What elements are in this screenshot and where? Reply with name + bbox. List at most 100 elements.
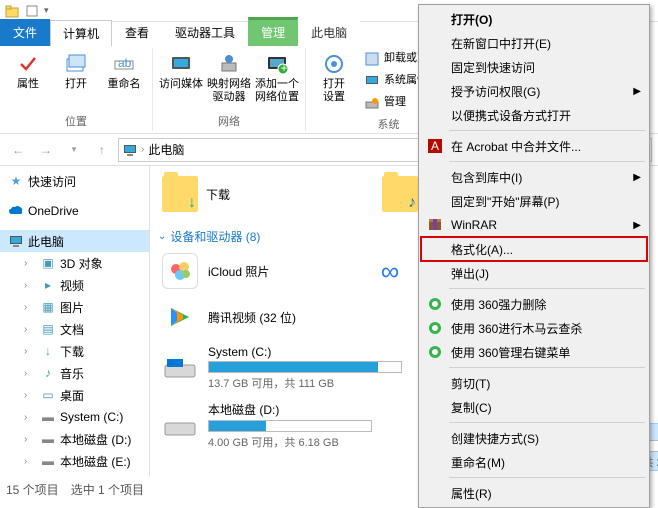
tree-videos[interactable]: ›▸视频	[0, 274, 149, 296]
ctx-open[interactable]: 打开(O)	[421, 7, 647, 31]
drive-icon	[162, 408, 198, 444]
open-icon	[64, 52, 88, 76]
music-icon: ♪	[40, 365, 56, 381]
qat-properties-icon[interactable]	[24, 3, 40, 19]
tab-drive-tools[interactable]: 驱动器工具	[162, 19, 248, 46]
tree-3d-objects[interactable]: ›▣3D 对象	[0, 252, 149, 274]
ctx-360-menu[interactable]: 使用 360管理右键菜单	[421, 340, 647, 364]
drive-c[interactable]: System (C:)13.7 GB 可用，共 111 GB	[162, 345, 402, 391]
ctx-grant-access[interactable]: 授予访问权限(G)▶	[421, 79, 647, 103]
pc-icon	[8, 233, 24, 249]
tree-quick-access[interactable]: ★快速访问	[0, 170, 149, 192]
ctx-360-delete[interactable]: 使用 360强力删除	[421, 292, 647, 316]
tree-music[interactable]: ›♪音乐	[0, 362, 149, 384]
media-icon	[169, 52, 193, 76]
tree-desktop[interactable]: ›▭桌面	[0, 384, 149, 406]
ribbon-open[interactable]: 打开	[54, 48, 98, 111]
ctx-portable[interactable]: 以便携式设备方式打开	[421, 103, 647, 127]
ctx-copy[interactable]: 复制(C)	[421, 395, 647, 419]
ctx-shortcut[interactable]: 创建快捷方式(S)	[421, 426, 647, 450]
ctx-acrobat[interactable]: A在 Acrobat 中合并文件...	[421, 134, 647, 158]
ribbon-add-location[interactable]: +添加一个 网络位置	[255, 48, 299, 111]
network-drive-icon	[217, 52, 241, 76]
ribbon-group-system: 系统	[378, 114, 400, 134]
ctx-cut[interactable]: 剪切(T)	[421, 371, 647, 395]
nav-forward-button[interactable]: →	[34, 138, 58, 162]
tree-downloads[interactable]: ›↓下载	[0, 340, 149, 362]
ctx-pin-quick[interactable]: 固定到快速访问	[421, 55, 647, 79]
folder-icon: ↓	[162, 176, 198, 212]
checkmark-icon	[16, 52, 40, 76]
ribbon-rename[interactable]: ab重命名	[102, 48, 146, 111]
tree-onedrive[interactable]: OneDrive	[0, 200, 149, 222]
nav-tree: ★快速访问 OneDrive 此电脑 ›▣3D 对象 ›▸视频 ›▦图片 ›▤文…	[0, 166, 150, 476]
system-icon	[364, 73, 380, 89]
nav-up-button[interactable]: ↑	[90, 138, 114, 162]
video-icon: ▸	[40, 277, 56, 293]
ribbon-map-drive[interactable]: 映射网络 驱动器	[207, 48, 251, 111]
tree-pictures[interactable]: ›▦图片	[0, 296, 149, 318]
submenu-arrow-icon: ▶	[633, 172, 641, 183]
tab-computer[interactable]: 计算机	[50, 20, 112, 46]
drive-icon: ▬	[40, 475, 56, 476]
uninstall-icon	[364, 51, 380, 67]
360-icon	[427, 344, 443, 360]
desktop-icon: ▭	[40, 387, 56, 403]
tree-documents[interactable]: ›▤文档	[0, 318, 149, 340]
ctx-new-window[interactable]: 在新窗口中打开(E)	[421, 31, 647, 55]
ctx-eject[interactable]: 弹出(J)	[421, 261, 647, 285]
tree-drive-c[interactable]: ›▬System (C:)	[0, 406, 149, 428]
cube-icon: ▣	[40, 255, 56, 271]
drive-icon: ▬	[40, 409, 56, 425]
submenu-arrow-icon: ▶	[633, 86, 641, 97]
app-baidu-partial[interactable]: ∞	[372, 253, 412, 289]
drive-d[interactable]: 本地磁盘 (D:)4.00 GB 可用，共 6.18 GB	[162, 401, 372, 450]
svg-text:ab: ab	[118, 56, 132, 70]
tab-view[interactable]: 查看	[112, 19, 162, 46]
tab-manage[interactable]: 管理	[248, 17, 298, 46]
nav-back-button[interactable]: ←	[6, 138, 30, 162]
winrar-icon	[427, 217, 443, 233]
document-icon: ▤	[40, 321, 56, 337]
ctx-properties[interactable]: 属性(R)	[421, 481, 647, 505]
tree-drive-d[interactable]: ›▬本地磁盘 (D:)	[0, 428, 149, 450]
status-selection: 选中 1 个项目	[71, 481, 144, 498]
chevron-down-icon: ⌄	[158, 231, 166, 242]
qat-dropdown-icon[interactable]: ▾	[44, 5, 49, 16]
context-menu: 打开(O) 在新窗口中打开(E) 固定到快速访问 授予访问权限(G)▶ 以便携式…	[418, 4, 650, 508]
add-location-icon: +	[265, 52, 289, 76]
ctx-rename[interactable]: 重命名(M)	[421, 450, 647, 474]
ribbon-properties[interactable]: 属性	[6, 48, 50, 111]
star-icon: ★	[8, 173, 24, 189]
ribbon-open-settings[interactable]: 打开 设置	[312, 48, 356, 114]
tab-file[interactable]: 文件	[0, 19, 50, 46]
app-icloud[interactable]: iCloud 照片	[162, 253, 342, 289]
tree-drive-e[interactable]: ›▬本地磁盘 (E:)	[0, 450, 149, 472]
picture-icon: ▦	[40, 299, 56, 315]
tree-this-pc[interactable]: 此电脑	[0, 230, 149, 252]
drive-icon: ▬	[40, 453, 56, 469]
folder-music-partial[interactable]: ♪	[382, 174, 422, 214]
360-icon	[427, 296, 443, 312]
address-text: 此电脑	[148, 141, 184, 158]
status-count: 15 个项目	[6, 481, 59, 498]
ribbon-group-location: 位置	[65, 111, 87, 131]
icloud-icon	[162, 253, 198, 289]
ctx-format[interactable]: 格式化(A)...	[421, 237, 647, 261]
manage-icon	[364, 95, 380, 111]
nav-recent-button[interactable]: ▾	[62, 138, 86, 162]
status-bar: 15 个项目 选中 1 个项目	[6, 481, 144, 498]
tree-drive-h[interactable]: ›▬DISK2 (H:)	[0, 472, 149, 476]
folder-downloads[interactable]: ↓下载	[162, 174, 362, 214]
drive-icon: ▬	[40, 431, 56, 447]
pc-icon	[123, 143, 137, 157]
app-tencent-video[interactable]: 腾讯视频 (32 位)	[162, 299, 362, 335]
ctx-pin-start[interactable]: 固定到"开始"屏幕(P)	[421, 189, 647, 213]
ctx-winrar[interactable]: WinRAR▶	[421, 213, 647, 237]
svg-text:A: A	[431, 139, 439, 153]
ctx-360-scan[interactable]: 使用 360进行木马云查杀	[421, 316, 647, 340]
ctx-library[interactable]: 包含到库中(I)▶	[421, 165, 647, 189]
submenu-arrow-icon: ▶	[633, 220, 641, 231]
svg-text:+: +	[281, 61, 288, 75]
ribbon-access-media[interactable]: 访问媒体	[159, 48, 203, 111]
